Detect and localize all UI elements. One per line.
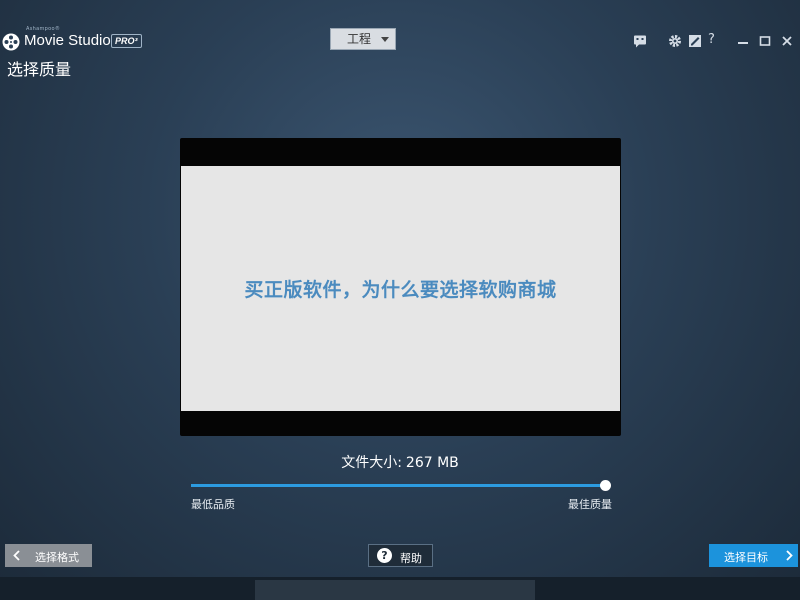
timeline-strip <box>0 577 800 600</box>
quality-slider[interactable] <box>191 480 611 492</box>
edit-icon[interactable] <box>688 34 702 48</box>
file-size-value: 267 MB <box>405 455 459 471</box>
minimize-icon[interactable] <box>736 34 750 48</box>
next-button-label: 选择目标 <box>724 551 768 564</box>
pro-badge: PRO³ <box>111 34 142 48</box>
slider-thumb[interactable] <box>600 480 611 491</box>
chevron-right-icon <box>786 550 793 561</box>
film-reel-icon <box>2 33 20 51</box>
question-icon: ? <box>377 548 392 563</box>
app-name: Movie Studio <box>24 32 111 49</box>
video-preview: 买正版软件，为什么要选择软购商城 <box>180 138 621 436</box>
chevron-down-icon <box>381 37 389 42</box>
help-icon[interactable]: ? <box>708 33 715 47</box>
back-button[interactable]: 选择格式 <box>5 544 92 567</box>
file-size: 文件大小: 267 MB <box>330 452 470 472</box>
slider-min-label: 最低品质 <box>191 498 235 511</box>
chevron-left-icon <box>13 550 20 561</box>
title-bar: Ashampoo® Movie Studio PRO³ 工程 ? <box>0 0 800 55</box>
preview-caption: 买正版软件，为什么要选择软购商城 <box>244 279 557 301</box>
next-button[interactable]: 选择目标 <box>709 544 798 567</box>
timeline-band <box>255 580 535 600</box>
slider-max-label: 最佳质量 <box>568 498 612 511</box>
help-button-label: 帮助 <box>400 552 422 565</box>
file-size-label: 文件大小: <box>341 455 402 471</box>
preview-frame: 买正版软件，为什么要选择软购商城 <box>181 166 620 411</box>
project-menu-dropdown[interactable]: 工程 <box>330 28 396 50</box>
page-title: 选择质量 <box>7 60 72 79</box>
maximize-icon[interactable] <box>758 34 772 48</box>
help-button[interactable]: ? 帮助 <box>368 544 433 567</box>
gear-icon[interactable] <box>668 34 682 48</box>
back-button-label: 选择格式 <box>35 551 79 564</box>
close-icon[interactable] <box>780 34 794 48</box>
chat-icon[interactable] <box>633 34 647 48</box>
project-menu-label: 工程 <box>347 32 372 46</box>
slider-fill <box>191 484 605 487</box>
